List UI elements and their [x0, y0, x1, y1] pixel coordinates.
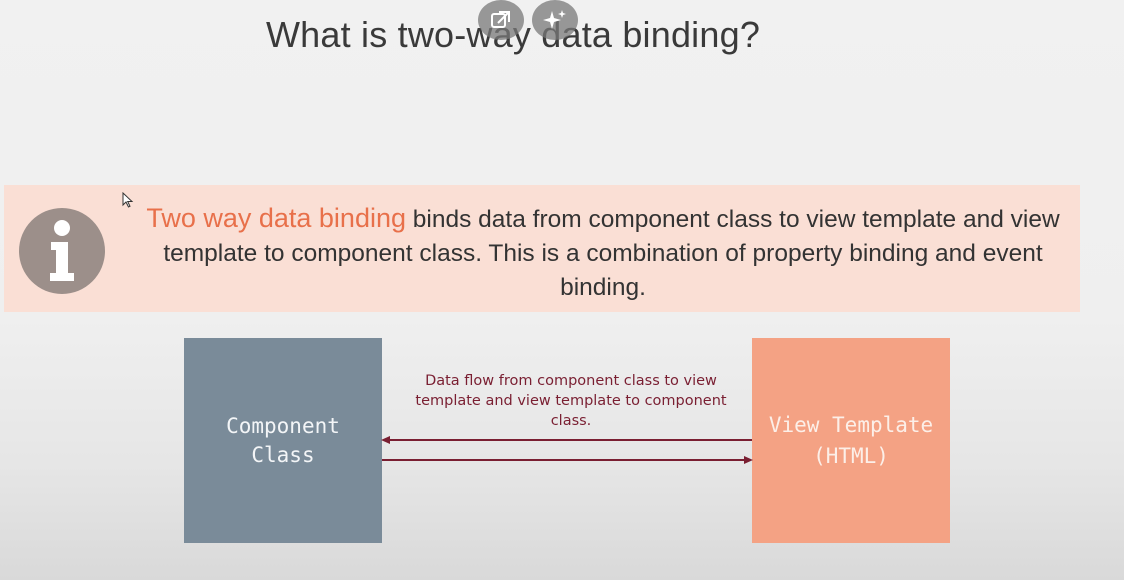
component-box-line2: Class: [251, 442, 315, 467]
info-text: Two way data binding binds data from com…: [142, 201, 1064, 305]
view-box-line2: (HTML): [813, 443, 889, 468]
component-box-line1: Component: [226, 413, 340, 438]
sparkle-icon: [543, 10, 566, 29]
view-box-line1: View Template: [768, 412, 934, 437]
mouse-cursor-icon: [122, 192, 134, 208]
popout-button[interactable]: [478, 0, 524, 40]
sparkle-button[interactable]: [532, 0, 578, 40]
component-class-box: Component Class: [184, 338, 382, 543]
data-flow-label: Data flow from component class to view t…: [415, 373, 727, 429]
data-flow-arrows: [381, 436, 753, 464]
info-callout: Two way data binding binds data from com…: [4, 185, 1080, 312]
arrow-to-view: [382, 456, 753, 464]
info-highlight: Two way data binding: [146, 203, 406, 233]
popout-icon: [491, 11, 510, 28]
info-icon: [19, 208, 105, 294]
view-template-box: View Template (HTML): [752, 338, 950, 543]
arrow-to-component: [381, 436, 752, 444]
